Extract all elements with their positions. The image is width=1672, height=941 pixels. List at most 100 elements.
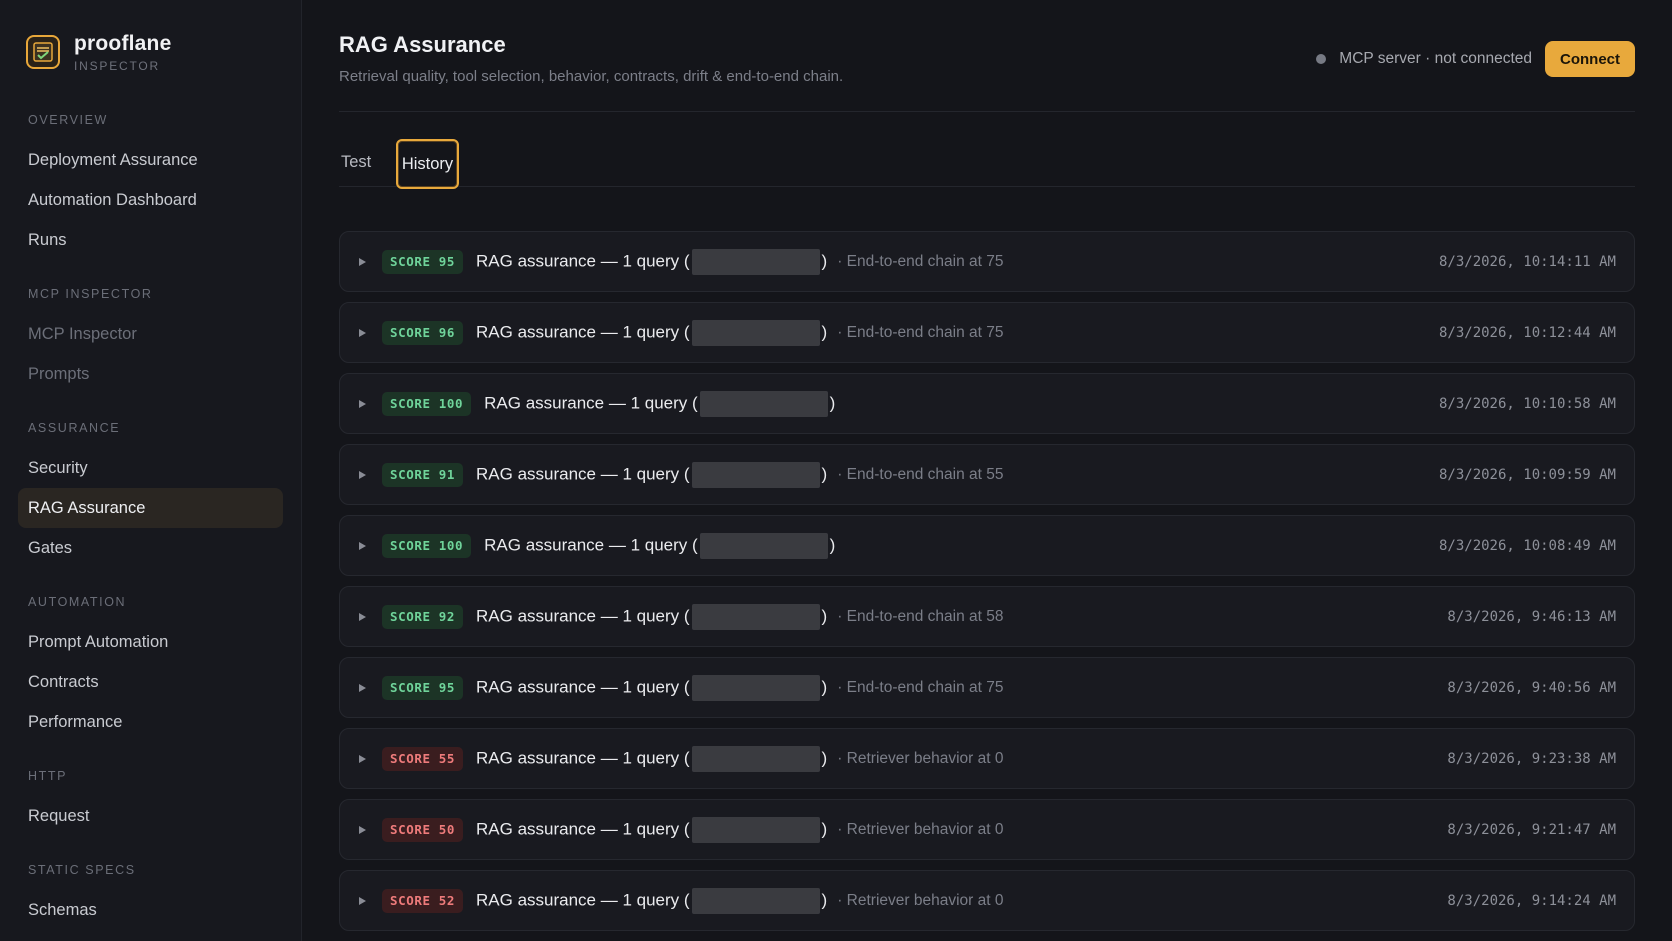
main-content: RAG Assurance Retrieval quality, tool se…: [339, 0, 1635, 941]
run-timestamp: 8/3/2026, 10:10:58 AM: [1438, 396, 1616, 412]
run-note: · Retriever behavior at 0: [837, 891, 1004, 909]
run-title: RAG assurance — 1 query (): [476, 816, 827, 843]
run-title: RAG assurance — 1 query (): [476, 887, 827, 914]
expand-caret-icon[interactable]: [358, 327, 368, 339]
score-badge: SCORE 95: [382, 675, 464, 700]
sidebar-item-automation-dashboard[interactable]: Automation Dashboard: [18, 180, 283, 220]
brand-subtitle: INSPECTOR: [74, 58, 160, 73]
page-subtitle: Retrieval quality, tool selection, behav…: [339, 68, 844, 85]
connect-button[interactable]: Connect: [1545, 41, 1635, 77]
tab-history[interactable]: History: [396, 139, 459, 189]
sidebar-nav: OVERVIEW Deployment Assurance Automation D…: [18, 110, 283, 930]
history-row[interactable]: SCORE 92 RAG assurance — 1 query () · End-…: [339, 586, 1635, 647]
run-timestamp: 8/3/2026, 10:12:44 AM: [1438, 325, 1616, 341]
expand-caret-icon[interactable]: [358, 753, 368, 765]
redacted-block: [691, 603, 820, 630]
run-timestamp: 8/3/2026, 9:14:24 AM: [1447, 893, 1616, 909]
run-title: RAG assurance — 1 query (): [476, 461, 828, 488]
expand-caret-icon[interactable]: [358, 540, 368, 552]
sidebar-item-contracts[interactable]: Contracts: [18, 662, 283, 702]
connection-area: MCP server · not connected Connect: [1316, 41, 1635, 77]
history-list: SCORE 95 RAG assurance — 1 query () · End-…: [339, 231, 1635, 941]
page-title: RAG Assurance: [339, 32, 506, 57]
run-note: · End-to-end chain at 75: [837, 678, 1004, 696]
history-row[interactable]: SCORE 50 RAG assurance — 1 query () · Retr…: [339, 799, 1635, 860]
run-note: · End-to-end chain at 55: [837, 465, 1004, 483]
expand-caret-icon[interactable]: [358, 398, 368, 410]
expand-caret-icon[interactable]: [358, 682, 368, 694]
sidebar-item-runs[interactable]: Runs: [18, 220, 283, 260]
sidebar-item-prompt-automation[interactable]: Prompt Automation: [18, 622, 283, 662]
sidebar-item-security[interactable]: Security: [18, 448, 283, 488]
run-title-close: ): [821, 321, 828, 341]
run-timestamp: 8/3/2026, 9:40:56 AM: [1447, 680, 1616, 696]
nav-section-heading: OVERVIEW: [28, 113, 108, 127]
history-row[interactable]: SCORE 52 RAG assurance — 1 query () · Retr…: [339, 870, 1635, 931]
score-badge: SCORE 95: [382, 249, 464, 274]
score-badge: SCORE 100: [382, 533, 472, 558]
history-row[interactable]: SCORE 91 RAG assurance — 1 query () · End-…: [339, 444, 1635, 505]
history-row[interactable]: SCORE 100 RAG assurance — 1 query () 8/3/2…: [339, 373, 1635, 434]
expand-caret-icon[interactable]: [358, 824, 368, 836]
history-row[interactable]: SCORE 55 RAG assurance — 1 query () · Retr…: [339, 728, 1635, 789]
sidebar-item-rag-assurance[interactable]: RAG Assurance: [18, 488, 283, 528]
redacted-block: [691, 319, 820, 346]
status-dot-icon: [1316, 54, 1327, 64]
nav-section: ASSURANCE Security RAG Assurance Gates: [18, 418, 283, 568]
sidebar: prooflane INSPECTOR OVERVIEW Deployment A…: [0, 0, 302, 941]
run-title-text: RAG assurance — 1 query (: [476, 605, 690, 625]
history-row[interactable]: SCORE 95 RAG assurance — 1 query () · End-…: [339, 657, 1635, 718]
score-badge: SCORE 52: [382, 888, 464, 913]
nav-section-heading: ASSURANCE: [28, 421, 121, 435]
run-title: RAG assurance — 1 query (): [476, 674, 828, 701]
expand-caret-icon[interactable]: [358, 256, 368, 268]
run-title-text: RAG assurance — 1 query (: [476, 889, 690, 909]
sidebar-item-prompts[interactable]: Prompts: [18, 354, 283, 394]
run-timestamp: 8/3/2026, 10:09:59 AM: [1438, 467, 1616, 483]
run-title-text: RAG assurance — 1 query (: [476, 818, 690, 838]
run-timestamp: 8/3/2026, 9:46:13 AM: [1447, 609, 1616, 625]
run-note: · Retriever behavior at 0: [837, 820, 1004, 838]
run-title: RAG assurance — 1 query (): [484, 532, 836, 559]
redacted-block: [691, 745, 820, 772]
tab-test[interactable]: Test: [341, 139, 371, 189]
sidebar-item-schemas[interactable]: Schemas: [18, 890, 283, 930]
nav-section-heading: STATIC SPECS: [28, 863, 136, 877]
nav-section-heading: AUTOMATION: [28, 595, 127, 609]
redacted-block: [691, 887, 820, 914]
redacted-block: [691, 816, 820, 843]
run-title-text: RAG assurance — 1 query (: [476, 321, 690, 341]
expand-caret-icon[interactable]: [358, 895, 368, 907]
run-note: · End-to-end chain at 58: [837, 607, 1004, 625]
run-title-text: RAG assurance — 1 query (: [484, 534, 698, 554]
sidebar-item-deployment-assurance[interactable]: Deployment Assurance: [18, 140, 283, 180]
run-title: RAG assurance — 1 query (): [476, 745, 827, 772]
brand-name: prooflane: [74, 31, 172, 55]
sidebar-item-mcp-inspector[interactable]: MCP Inspector: [18, 314, 283, 354]
history-row[interactable]: SCORE 96 RAG assurance — 1 query () · End-…: [339, 302, 1635, 363]
expand-caret-icon[interactable]: [358, 469, 368, 481]
history-row[interactable]: SCORE 100 RAG assurance — 1 query () 8/3/2…: [339, 515, 1635, 576]
expand-caret-icon[interactable]: [358, 611, 368, 623]
run-title-text: RAG assurance — 1 query (: [484, 392, 698, 412]
redacted-block: [699, 532, 828, 559]
run-title-text: RAG assurance — 1 query (: [476, 676, 690, 696]
sidebar-item-request[interactable]: Request: [18, 796, 283, 836]
score-badge: SCORE 92: [382, 604, 464, 629]
brand[interactable]: prooflane INSPECTOR: [18, 28, 283, 76]
history-row[interactable]: SCORE 95 RAG assurance — 1 query () · End-…: [339, 231, 1635, 292]
run-title-close: ): [821, 463, 828, 483]
run-title-close: ): [829, 392, 836, 412]
run-title-close: ): [821, 676, 828, 696]
page-header: RAG Assurance Retrieval quality, tool se…: [339, 0, 1635, 112]
tab-bar: Test History: [339, 112, 1635, 189]
run-title-close: ): [829, 534, 836, 554]
run-timestamp: 8/3/2026, 10:08:49 AM: [1438, 538, 1616, 554]
run-title-text: RAG assurance — 1 query (: [476, 463, 690, 483]
run-title: RAG assurance — 1 query (): [476, 603, 828, 630]
run-note: · End-to-end chain at 75: [837, 323, 1004, 341]
sidebar-item-performance[interactable]: Performance: [18, 702, 283, 742]
connection-status: MCP server · not connected: [1339, 50, 1532, 67]
run-title-close: ): [821, 605, 828, 625]
sidebar-item-gates[interactable]: Gates: [18, 528, 283, 568]
